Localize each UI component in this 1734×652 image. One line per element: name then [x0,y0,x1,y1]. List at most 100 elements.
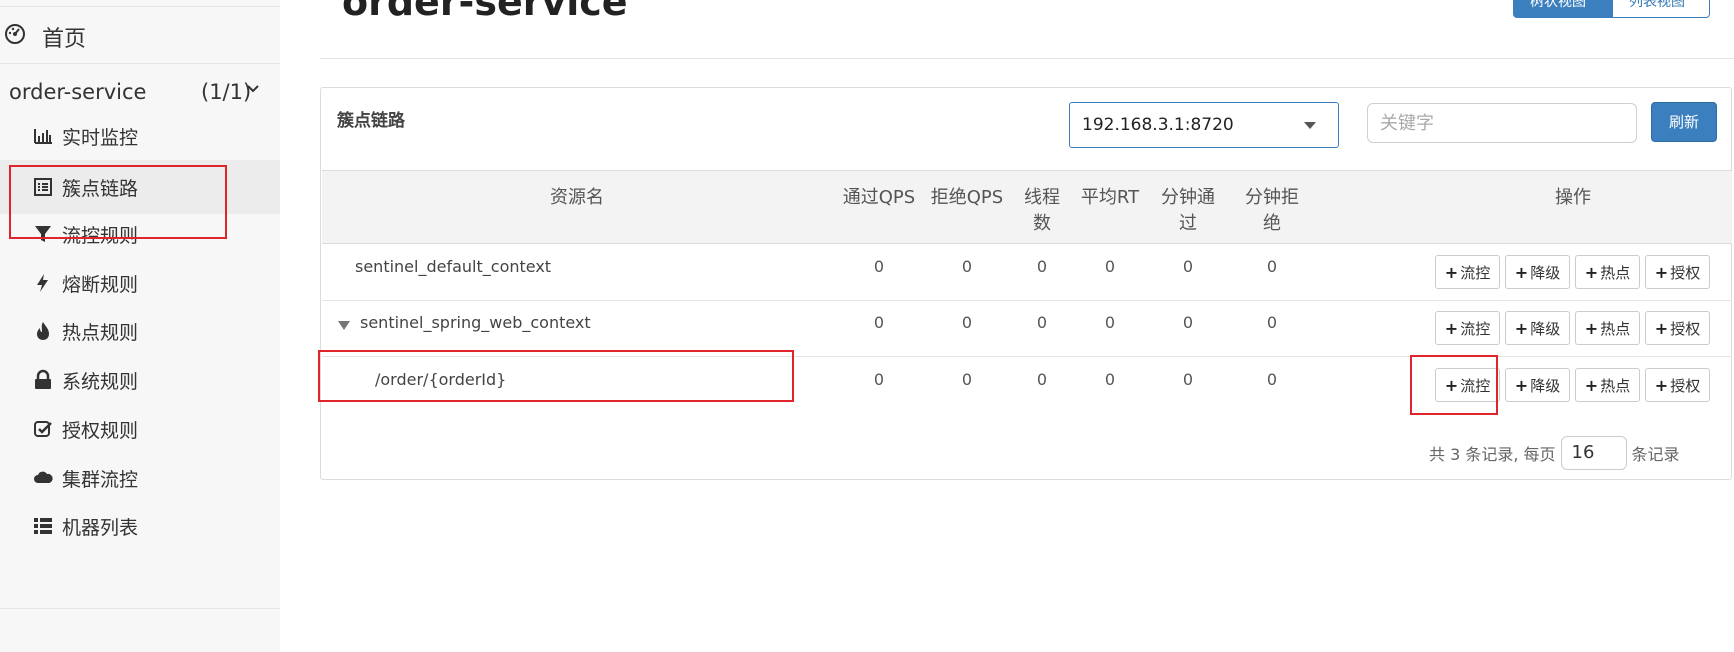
degrade-rule-button[interactable]: + 降级 [1505,368,1570,402]
threads-cell: 0 [1036,370,1048,389]
flow-rule-button[interactable]: + 流控 [1435,368,1500,402]
plus-icon: + [1584,375,1599,395]
panel-title: 簇点链路 [337,111,405,131]
row-actions: + 流控 + 降级 + 热点 + 授权 [1435,255,1710,289]
avg-rt-cell: 0 [1104,257,1116,276]
th-list-icon [34,518,52,534]
sidebar-item-label: 授权规则 [62,420,139,442]
refresh-button[interactable]: 刷新 [1651,102,1717,142]
hotspot-rule-label: 热点 [1600,319,1631,338]
pass-qps-cell: 0 [873,257,885,276]
minute-pass-cell: 0 [1182,370,1194,389]
minute-pass-cell: 0 [1182,257,1194,276]
sidebar-item-machine-list[interactable]: 机器列表 [0,499,280,553]
flow-rule-button[interactable]: + 流控 [1435,311,1500,345]
filter-icon [35,226,51,242]
lock-icon [35,369,51,389]
sidebar-item-label: 流控规则 [62,225,139,247]
degrade-rule-label: 降级 [1530,319,1561,338]
row-actions: + 流控 + 降级 + 热点 + 授权 [1435,368,1710,402]
column-header-minute-pass: 分钟通 过 [1161,187,1215,234]
auth-rule-label: 授权 [1670,263,1701,282]
block-qps-cell: 0 [961,257,973,276]
cluster-point-panel: 簇点链路 192.168.3.1:8720 刷新 资源名 通过QPS 拒绝QPS… [320,87,1732,480]
degrade-rule-button[interactable]: + 降级 [1505,311,1570,345]
hotspot-rule-button[interactable]: + 热点 [1575,368,1640,402]
hotspot-rule-label: 热点 [1600,376,1631,395]
threads-cell: 0 [1036,257,1048,276]
plus-icon: + [1514,318,1529,338]
plus-icon: + [1444,318,1459,338]
keyword-search-input[interactable] [1367,103,1637,143]
plus-icon: + [1514,262,1529,282]
pager-suffix: 条记录 [1631,445,1680,464]
sidebar-item-label: 熔断规则 [62,274,139,296]
sidebar-item-cluster-flow[interactable]: 集群流控 [0,451,280,505]
minute-block-cell: 0 [1266,313,1278,332]
threads-cell: 0 [1036,313,1048,332]
fire-icon [37,322,49,340]
flow-rule-label: 流控 [1460,263,1491,282]
sidebar-item-realtime-monitor[interactable]: 实时监控 [0,109,280,163]
machine-select-value: 192.168.3.1:8720 [1082,115,1234,135]
chevron-down-icon[interactable] [246,80,260,100]
auth-rule-button[interactable]: + 授权 [1645,368,1710,402]
collapse-triangle-icon[interactable] [338,321,350,330]
sidebar-item-cluster-point-link[interactable]: 簇点链路 [0,160,280,214]
cloud-icon [34,471,53,483]
plus-icon: + [1584,262,1599,282]
plus-icon: + [1654,262,1669,282]
degrade-rule-label: 降级 [1530,263,1561,282]
caret-down-icon [1304,122,1316,129]
block-qps-cell: 0 [961,370,973,389]
column-header-block-qps: 拒绝QPS [930,187,1004,208]
row-actions: + 流控 + 降级 + 热点 + 授权 [1435,311,1710,345]
degrade-rule-label: 降级 [1530,376,1561,395]
plus-icon: + [1584,318,1599,338]
column-header-ops: 操作 [1555,187,1591,208]
minute-block-cell: 0 [1266,257,1278,276]
flash-icon [37,274,48,292]
sidebar-item-system-rules[interactable]: 系统规则 [0,353,280,407]
auth-rule-button[interactable]: + 授权 [1645,255,1710,289]
degrade-rule-button[interactable]: + 降级 [1505,255,1570,289]
sidebar-home-label: 首页 [42,27,87,52]
avg-rt-cell: 0 [1104,370,1116,389]
pagination-info: 共 3 条记录, 每页 16 条记录 [1429,435,1680,471]
sidebar-item-auth-rules[interactable]: 授权规则 [0,402,280,456]
hotspot-rule-label: 热点 [1600,263,1631,282]
table-header: 资源名 通过QPS 拒绝QPS 线程 数 平均RT 分钟通 过 分钟拒 绝 操作 [322,170,1732,244]
sidebar-item-label: 实时监控 [62,127,139,149]
plus-icon: + [1514,375,1529,395]
sidebar-item-degrade-rules[interactable]: 熔断规则 [0,256,280,310]
sidebar-divider [0,608,280,609]
sidebar-item-home[interactable]: 首页 [0,6,280,64]
sidebar-item-label: 热点规则 [62,322,139,344]
app-name: order-service [9,80,147,104]
auth-rule-label: 授权 [1670,376,1701,395]
pass-qps-cell: 0 [873,370,885,389]
page-size-input[interactable]: 16 [1560,436,1627,470]
column-header-avg-rt: 平均RT [1080,187,1140,208]
hotspot-rule-button[interactable]: + 热点 [1575,255,1640,289]
machine-select[interactable]: 192.168.3.1:8720 [1069,102,1339,148]
flow-rule-label: 流控 [1460,319,1491,338]
plus-icon: + [1444,262,1459,282]
pass-qps-cell: 0 [873,313,885,332]
auth-rule-button[interactable]: + 授权 [1645,311,1710,345]
sidebar-item-label: 系统规则 [62,371,139,393]
app-instance-count: (1/1) [201,80,252,104]
list-view-button[interactable]: 列表视图 [1612,0,1710,18]
plus-icon: + [1444,375,1459,395]
sidebar-item-label: 机器列表 [62,517,139,539]
hotspot-rule-button[interactable]: + 热点 [1575,311,1640,345]
tree-view-button[interactable]: 树状视图 [1513,0,1612,18]
check-icon [34,421,52,437]
flow-rule-button[interactable]: + 流控 [1435,255,1500,289]
column-header-minute-block: 分钟拒 绝 [1245,187,1299,234]
sidebar-item-flow-rules[interactable]: 流控规则 [0,207,280,261]
table-row: /order/{orderId} 0 0 0 0 0 0 + 流控 + 降级 + 热点… [322,358,1732,414]
header-divider [320,58,1734,59]
sidebar-item-hotspot-rules[interactable]: 热点规则 [0,304,280,358]
minute-block-cell: 0 [1266,370,1278,389]
